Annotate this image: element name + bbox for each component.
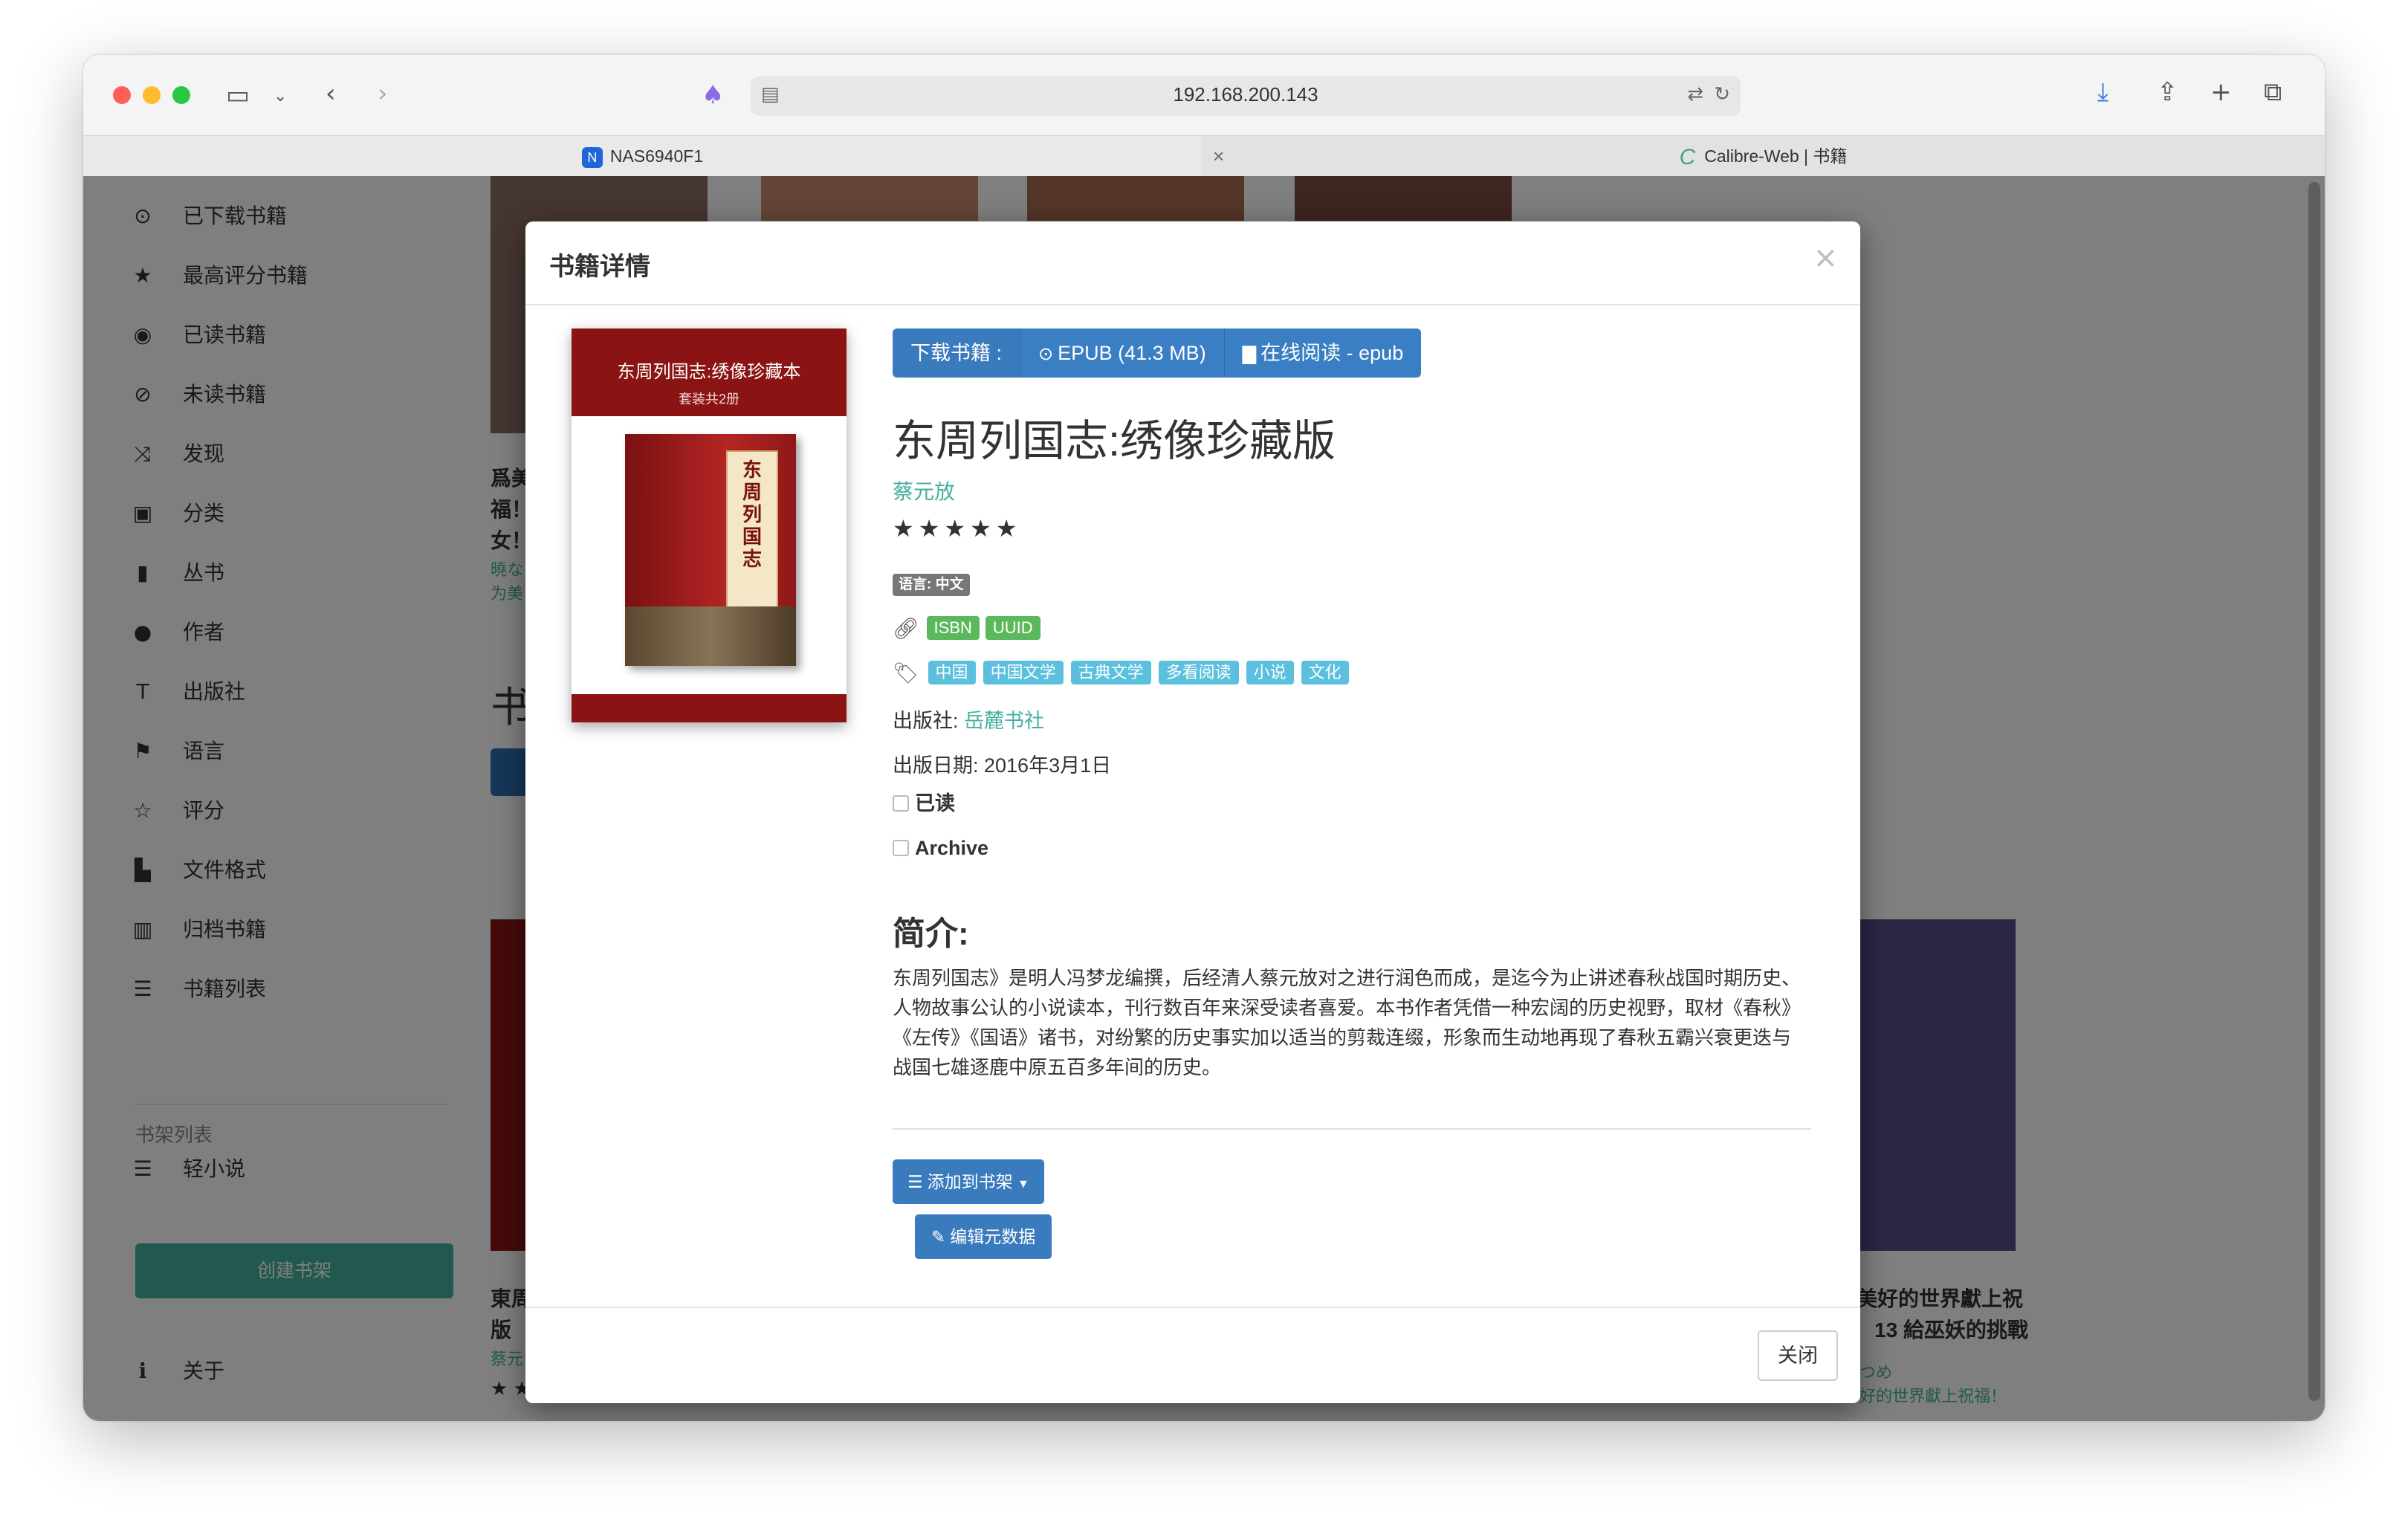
tab-overview-icon[interactable]: ⧉	[2264, 77, 2282, 107]
publish-date: 出版日期: 2016年3月1日	[893, 754, 1112, 777]
reload-icon[interactable]: ↻	[1714, 83, 1730, 106]
edit-icon: ✎	[931, 1228, 946, 1247]
modal-title: 书籍详情	[549, 253, 650, 281]
download-label: 下载书籍 :	[893, 328, 1021, 378]
publisher-link[interactable]: 岳麓书社	[964, 710, 1044, 732]
archive-checkbox[interactable]	[893, 839, 909, 856]
identifier-isbn[interactable]: ISBN	[926, 616, 980, 640]
archive-checkbox-label: Archive	[915, 837, 989, 859]
add-to-shelf-label: 添加到书架	[927, 1172, 1013, 1191]
book-details-modal: 书籍详情 × 东周列国志:绣像珍藏本 套装共2册 东周列国志 下载书籍 : ⊙ …	[525, 221, 1860, 1403]
list-icon: ☰	[907, 1173, 923, 1192]
read-checkbox-row[interactable]: 已读	[893, 791, 955, 816]
archive-checkbox-row[interactable]: Archive	[893, 835, 988, 861]
cover-banner: 东周列国志:绣像珍藏本 套装共2册	[572, 328, 847, 416]
edit-metadata-label: 编辑元数据	[950, 1227, 1036, 1246]
cover-title: 东周列国志:绣像珍藏本	[617, 362, 801, 382]
close-window-button[interactable]	[113, 86, 131, 104]
modal-header: 书籍详情 ×	[525, 221, 1860, 305]
back-icon[interactable]: ‹	[326, 79, 336, 109]
tags-icon: 🏷︎	[893, 660, 919, 685]
book-icon: ▇	[1242, 343, 1257, 364]
sidebar-toggle-icon[interactable]: ▭	[226, 80, 250, 110]
read-checkbox-label: 已读	[915, 792, 955, 815]
book-rating-stars: ★★★★★	[893, 514, 1022, 543]
cover-boxset-image: 东周列国志	[625, 434, 796, 666]
cover-bottom-band	[572, 694, 847, 722]
language-label: 语言: 中文	[893, 574, 970, 596]
book-author-link[interactable]: 蔡元放	[893, 476, 955, 505]
minimize-window-button[interactable]	[143, 86, 161, 104]
read-online-button[interactable]: ▇ 在线阅读 - epub	[1224, 328, 1422, 378]
caret-down-icon: ▼	[1017, 1178, 1029, 1191]
read-online-label: 在线阅读 - epub	[1260, 342, 1404, 364]
url-text: 192.168.200.143	[1173, 83, 1318, 106]
translate-icon[interactable]: ⇄	[1687, 83, 1703, 106]
add-to-shelf-button[interactable]: ☰ 添加到书架 ▼	[893, 1159, 1044, 1204]
downloads-icon[interactable]: ⤓	[2097, 77, 2108, 107]
tag[interactable]: 中国	[928, 661, 976, 684]
cover-painting	[625, 606, 796, 666]
tags-row: 🏷︎ 中国 中国文学 古典文学 多看阅读 小说 文化	[893, 660, 1356, 685]
new-tab-icon[interactable]: +	[2210, 77, 2232, 107]
share-icon[interactable]: ⇪	[2157, 77, 2178, 107]
tab-bar: N NAS6940F1 × C Calibre-Web | 书籍	[83, 135, 2325, 177]
link-icon: 🔗︎	[893, 615, 919, 641]
forward-icon[interactable]: ›	[378, 79, 388, 109]
tag[interactable]: 古典文学	[1070, 661, 1151, 684]
tab-nas[interactable]: N NAS6940F1	[83, 136, 1202, 176]
zoom-window-button[interactable]	[172, 86, 190, 104]
modal-close-icon[interactable]: ×	[1813, 241, 1838, 275]
download-epub-button[interactable]: ⊙ EPUB (41.3 MB)	[1020, 328, 1225, 378]
edit-metadata-button[interactable]: ✎ 编辑元数据	[915, 1214, 1052, 1259]
cover-subtitle: 套装共2册	[678, 392, 739, 407]
identifier-uuid[interactable]: UUID	[985, 616, 1040, 640]
title-bar: ▭ ⌄ ‹ › ♠ ▤ 192.168.200.143 ⇄ ↻ ⤓ ⇪ + ⧉	[83, 55, 2325, 135]
identifiers-row: 🔗︎ ISBN UUID	[893, 615, 1046, 641]
tag[interactable]: 小说	[1246, 661, 1294, 684]
address-bar[interactable]: ▤ 192.168.200.143 ⇄ ↻	[751, 76, 1741, 116]
book-cover: 东周列国志:绣像珍藏本 套装共2册 东周列国志	[572, 328, 847, 722]
download-circle-icon: ⊙	[1038, 343, 1054, 364]
download-epub-label: EPUB (41.3 MB)	[1058, 342, 1206, 364]
extension-icon[interactable]: ♠	[702, 80, 724, 110]
calibre-web-favicon-icon: C	[1679, 144, 1696, 169]
book-title: 东周列国志:绣像珍藏版	[893, 417, 1336, 465]
tag[interactable]: 中国文学	[983, 661, 1064, 684]
tag[interactable]: 多看阅读	[1158, 661, 1239, 684]
description-heading: 简介:	[893, 916, 969, 952]
tag[interactable]: 文化	[1301, 661, 1349, 684]
chevron-down-icon[interactable]: ⌄	[274, 82, 287, 111]
tab-label: NAS6940F1	[609, 146, 704, 166]
read-checkbox[interactable]	[893, 794, 909, 812]
nas-favicon-icon: N	[581, 146, 603, 168]
modal-footer: 关闭	[525, 1307, 1860, 1403]
modal-divider	[893, 1128, 1811, 1130]
description-text: 东周列国志》是明人冯梦龙编撰，后经清人蔡元放对之进行润色而成，是迄今为止讲述春秋…	[893, 967, 1802, 1078]
tab-calibre-web[interactable]: C Calibre-Web | 书籍	[1202, 136, 2325, 176]
page-content: ⊙已下载书籍 ★最高评分书籍 ◉已读书籍 ⊘未读书籍 ⤨发现 ▣分类 ▮丛书 ●…	[83, 176, 2325, 1421]
cover-spine: 东周列国志	[726, 450, 778, 609]
publisher-line: 出版社: 岳麓书社	[893, 705, 1044, 734]
close-button[interactable]: 关闭	[1758, 1330, 1838, 1381]
publisher-label: 出版社:	[893, 710, 959, 732]
download-button-group: 下载书籍 : ⊙ EPUB (41.3 MB) ▇ 在线阅读 - epub	[893, 328, 1422, 378]
tab-label: Calibre-Web | 书籍	[1704, 146, 1848, 166]
browser-window: ▭ ⌄ ‹ › ♠ ▤ 192.168.200.143 ⇄ ↻ ⤓ ⇪ + ⧉ …	[83, 55, 2325, 1421]
cover-spine-text: 东周列国志	[742, 459, 762, 571]
